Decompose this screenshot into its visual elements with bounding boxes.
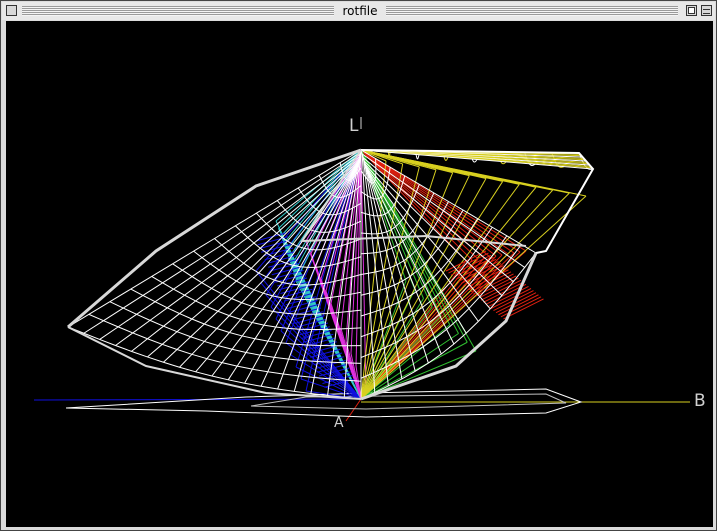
gamut-wireframe-render <box>33 117 690 422</box>
mesh-col-right <box>365 167 455 345</box>
title-bar[interactable]: rotfile <box>2 2 715 20</box>
window-title: rotfile <box>342 4 378 18</box>
close-box-icon[interactable] <box>6 5 17 16</box>
axis-label-l: L <box>349 116 359 136</box>
axis-label-a: A <box>334 415 344 431</box>
rotfile-window: rotfile L B A <box>0 0 717 531</box>
collapse-box-icon[interactable] <box>701 5 712 16</box>
3d-viewport[interactable]: L B A <box>6 21 713 527</box>
a-axis-negative-line <box>345 398 362 422</box>
title-bar-stripes-left <box>22 6 334 16</box>
title-bar-stripes-right <box>386 6 678 16</box>
axis-label-b: B <box>694 391 706 411</box>
zoom-box-icon[interactable] <box>686 5 697 16</box>
